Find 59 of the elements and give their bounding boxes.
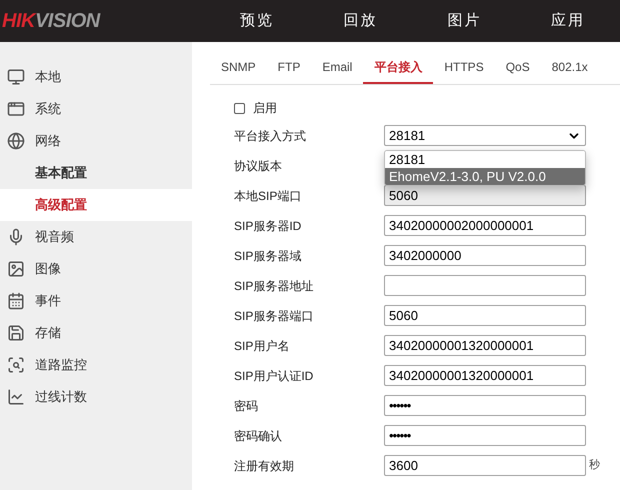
field-label: SIP服务器域 — [234, 248, 302, 264]
field-label: SIP服务器端口 — [234, 308, 314, 324]
search-icon — [7, 356, 25, 374]
sidebar-subitem[interactable]: 高级配置 — [0, 189, 192, 221]
field-label: SIP用户名 — [234, 338, 290, 354]
field-label: 协议版本 — [234, 158, 283, 174]
sidebar-item[interactable]: 网络 — [0, 125, 192, 157]
password-field[interactable]: •••••• — [384, 425, 586, 446]
field-label: 密码 — [234, 398, 259, 414]
checkbox-label: 启用 — [253, 100, 277, 117]
sidebar-item[interactable]: 图像 — [0, 253, 192, 285]
tab[interactable]: QoS — [494, 58, 541, 84]
field-label: 注册有效期 — [234, 458, 295, 474]
input-field[interactable] — [384, 275, 586, 296]
tab[interactable]: Email — [311, 58, 364, 84]
chart-icon — [7, 388, 25, 406]
sidebar-item[interactable]: 过线计数 — [0, 381, 192, 413]
logo: HIKVISION — [1, 9, 102, 34]
dropdown-option[interactable]: EhomeV2.1-3.0, PU V2.0.0 — [385, 168, 585, 185]
microphone-icon — [7, 228, 25, 246]
nav-item[interactable]: 应用 — [551, 10, 586, 32]
field-label: 平台接入方式 — [234, 128, 307, 144]
nav-item[interactable]: 预览 — [240, 10, 274, 32]
nav-item[interactable]: 图片 — [447, 10, 482, 32]
field-label: SIP用户认证ID — [234, 368, 314, 384]
sidebar-item[interactable]: 存储 — [0, 317, 192, 349]
field-label: 密码确认 — [234, 428, 283, 444]
globe-icon — [7, 132, 25, 150]
calendar-icon — [7, 292, 25, 310]
image-icon — [7, 260, 25, 278]
input-field[interactable]: 34020000001320000001 — [384, 335, 586, 356]
window-icon — [7, 100, 25, 118]
field-label: SIP服务器ID — [234, 218, 302, 234]
input-field[interactable]: 3600 — [384, 455, 586, 476]
sidebar-subitem[interactable]: 基本配置 — [0, 157, 192, 189]
select-field[interactable]: 28181 — [384, 125, 586, 146]
tab[interactable]: SNMP — [210, 58, 267, 84]
unit-label: 秒 — [589, 458, 600, 474]
tab[interactable]: HTTPS — [433, 58, 495, 84]
input-field[interactable]: 5060 — [384, 305, 586, 326]
sidebar-item[interactable]: 视音频 — [0, 221, 192, 253]
input-field[interactable]: 5060 — [384, 185, 586, 206]
nav-item[interactable]: 回放 — [344, 10, 378, 32]
monitor-icon — [7, 68, 25, 86]
sidebar-item[interactable]: 道路监控 — [0, 349, 192, 381]
tab[interactable]: FTP — [266, 58, 312, 84]
checkbox[interactable] — [234, 102, 245, 114]
sidebar-item[interactable]: 系统 — [0, 93, 192, 125]
field-label: 本地SIP端口 — [234, 188, 302, 204]
input-field[interactable]: 34020000001320000001 — [384, 365, 586, 386]
input-field[interactable]: 34020000002000000001 — [384, 215, 586, 236]
sidebar-item[interactable]: 本地 — [0, 61, 192, 93]
dropdown-option[interactable]: 28181 — [385, 151, 585, 168]
tab[interactable]: 802.1x — [540, 58, 599, 84]
sidebar-item[interactable]: 事件 — [0, 285, 192, 317]
input-field[interactable]: 3402000000 — [384, 245, 586, 266]
tab[interactable]: 平台接入 — [363, 58, 434, 84]
field-label: SIP服务器地址 — [234, 278, 314, 294]
password-field[interactable]: •••••• — [384, 395, 586, 416]
